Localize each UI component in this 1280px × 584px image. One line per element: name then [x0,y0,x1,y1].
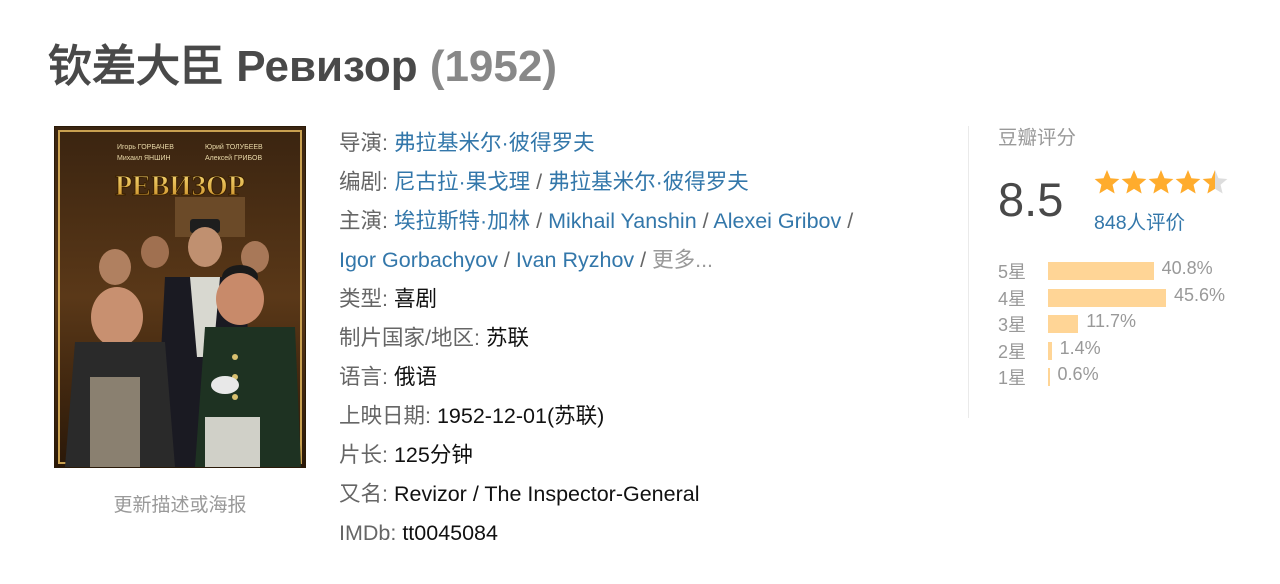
movie-year: (1952) [429,42,557,91]
poster-title: РЕВИЗОР [115,171,245,202]
movie-info: 导演: 弗拉基米尔·彼得罗夫 编剧: 尼古拉·果戈理 / 弗拉基米尔·彼得罗夫 … [339,124,939,553]
rating-row: 4星 45.6% [998,285,1258,312]
release-value: 1952-12-01(苏联) [436,404,605,428]
writer-link[interactable]: 弗拉基米尔·彼得罗夫 [548,170,749,194]
release-label: 上映日期: [339,404,431,428]
rating-row: 3星 11.7% [998,311,1258,338]
language-value: 俄语 [393,365,437,389]
genre-label: 类型: [339,287,388,311]
votes-link[interactable]: 848人评价 [1094,206,1185,235]
more-cast-link[interactable]: 更多... [652,248,713,272]
page-title: 钦差大臣 Ревизор (1952) [48,38,557,96]
rating-panel: 豆瓣评分 8.5 848人评价 5星 40.8% 4星 45.6% 3星 11.7% 2星 1… [998,124,1258,388]
director-label: 导演 [339,131,383,155]
rating-bar [1048,262,1154,280]
poster-cast-left2: Михаил ЯНШИН [117,155,171,162]
rating-percent: 1.4% [1059,337,1101,358]
aka-row: 又名: Revizor / The Inspector-General [339,475,939,514]
aka-value: Revizor / The Inspector-General [393,482,700,506]
rating-percent: 45.6% [1174,284,1226,305]
rating-row: 2星 1.4% [998,338,1258,365]
writer-row: 编剧: 尼古拉·果戈理 / 弗拉基米尔·彼得罗夫 [339,170,749,194]
update-poster-link[interactable]: 更新描述或海报 [54,490,306,517]
poster-image: Игорь ГОРБАЧЕВ Михаил ЯНШИН Юрий ТОЛУБЕЕ… [55,127,305,467]
star-icon [1148,170,1174,194]
rating-percent: 11.7% [1086,311,1136,331]
star-icon [1175,170,1201,194]
rating-percent: 40.8% [1161,258,1213,278]
director-link[interactable]: 弗拉基米尔·彼得罗夫 [394,131,595,155]
rating-row: 5星 40.8% [998,258,1258,285]
writer-label: 编剧 [339,170,383,194]
cast-row-continued: Igor Gorbachyov / Ivan Ryzhov / 更多... [339,248,714,272]
runtime-value: 125分钟 [393,443,473,467]
imdb-row: IMDb: tt0045084 [339,514,939,553]
runtime-row: 片长: 125分钟 [339,436,939,475]
country-value: 苏联 [485,326,529,350]
rating-bar [1048,368,1050,386]
star-icon [1094,170,1120,194]
language-label: 语言: [339,365,388,389]
movie-poster[interactable]: Игорь ГОРБАЧЕВ Михаил ЯНШИН Юрий ТОЛУБЕЕ… [54,126,306,468]
rating-distribution: 5星 40.8% 4星 45.6% 3星 11.7% 2星 1.4% 1星 0.6% [998,258,1258,391]
aka-label: 又名: [339,482,388,506]
rating-bar [1048,288,1166,307]
cast-row: 主演: 埃拉斯特·加林 / Mikhail Yanshin / Alexei G… [339,209,854,233]
rating-bar [1048,341,1052,360]
rating-row: 1星 0.6% [998,364,1258,391]
rating-star-label: 4星 [998,288,1027,309]
director-row: 导演: 弗拉基米尔·彼得罗夫 [339,131,595,155]
country-label: 制片国家/地区: [339,326,480,350]
genre-value: 喜剧 [393,287,437,311]
cast-link[interactable]: Igor Gorbachyov [339,248,498,272]
star-icons [1094,170,1228,194]
star-icon [1121,170,1147,194]
poster-cast-right2: Алексей ГРИБОВ [205,154,262,162]
rating-percent: 0.6% [1057,364,1099,384]
release-row: 上映日期: 1952-12-01(苏联) [339,397,939,436]
rating-star-label: 2星 [998,341,1027,362]
cast-link[interactable]: Alexei Gribov [713,209,841,233]
cast-link[interactable]: Mikhail Yanshin [548,209,697,233]
poster-cast-right: Юрий ТОЛУБЕЕВ [205,143,263,151]
writer-link[interactable]: 尼古拉·果戈理 [394,170,530,194]
imdb-label: IMDb: [339,521,397,545]
imdb-value: tt0045084 [402,521,498,545]
rating-star-label: 3星 [998,315,1027,335]
rating-title: 豆瓣评分 [998,127,1077,149]
genre-row: 类型: 喜剧 [339,280,939,319]
country-row: 制片国家/地区: 苏联 [339,319,939,358]
rating-score: 8.5 [998,173,1064,226]
star-icon [1202,170,1228,194]
section-divider [968,126,969,418]
runtime-label: 片长: [339,443,388,467]
cast-label: 主演 [339,209,383,233]
language-row: 语言: 俄语 [339,358,939,397]
rating-stars [1094,168,1234,203]
poster-cast-left: Игорь ГОРБАЧЕВ [117,144,174,151]
rating-star-label: 5星 [998,262,1027,282]
cast-link[interactable]: 埃拉斯特·加林 [394,209,530,233]
rating-star-label: 1星 [998,368,1027,388]
rating-bar [1048,315,1079,333]
cast-link[interactable]: Ivan Ryzhov [516,248,634,272]
movie-title: 钦差大臣 Ревизор [48,42,418,91]
